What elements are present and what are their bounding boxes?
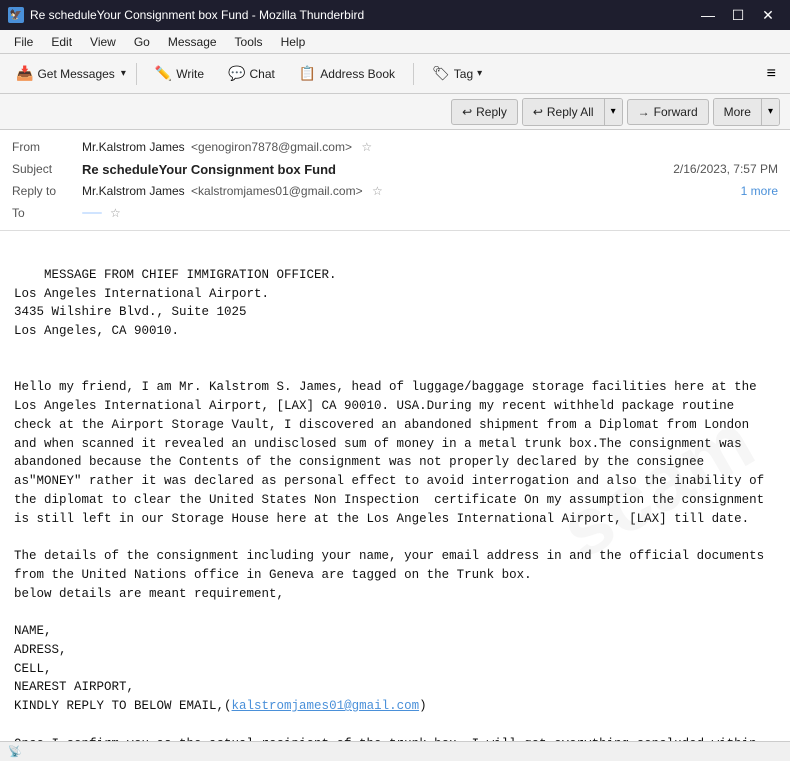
reply-to-row: Reply to Mr.Kalstrom James <kalstromjame…	[12, 180, 778, 202]
chat-icon: 💬	[228, 65, 245, 82]
reply-to-star-icon[interactable]: ☆	[372, 184, 383, 198]
titlebar: 🦅 Re scheduleYour Consignment box Fund -…	[0, 0, 790, 30]
reply-to-value: Mr.Kalstrom James <kalstromjames01@gmail…	[82, 184, 741, 198]
window-title: Re scheduleYour Consignment box Fund - M…	[30, 8, 364, 22]
reply-label: Reply	[476, 105, 507, 119]
subject-label: Subject	[12, 162, 82, 176]
separator-2	[413, 63, 414, 85]
from-row: From Mr.Kalstrom James <genogiron7878@gm…	[12, 136, 778, 158]
tag-label: Tag	[454, 67, 473, 81]
reply-to-label: Reply to	[12, 184, 82, 198]
menu-view[interactable]: View	[82, 33, 124, 51]
email-link[interactable]: kalstromjames01@gmail.com	[232, 699, 420, 713]
menu-message[interactable]: Message	[160, 33, 225, 51]
reply-to-name: Mr.Kalstrom James	[82, 184, 185, 198]
separator-1	[136, 63, 137, 85]
titlebar-left: 🦅 Re scheduleYour Consignment box Fund -…	[8, 7, 364, 23]
from-name: Mr.Kalstrom James	[82, 140, 185, 154]
email-date: 2/16/2023, 7:57 PM	[673, 162, 778, 176]
get-messages-group[interactable]: 📥 Get Messages ▾	[6, 59, 128, 89]
reply-all-button[interactable]: ↩ Reply All	[523, 99, 604, 125]
tag-button[interactable]: 🏷 Tag ▾	[422, 59, 492, 89]
tag-icon: 🏷	[432, 65, 450, 82]
address-book-label: Address Book	[320, 67, 395, 81]
to-row: To ☆	[12, 202, 778, 224]
chat-label: Chat	[250, 67, 275, 81]
titlebar-controls[interactable]: — ☐ ✕	[694, 5, 782, 25]
address-book-icon: 📋	[299, 65, 316, 82]
menubar: File Edit View Go Message Tools Help	[0, 30, 790, 54]
email-body: MESSAGE FROM CHIEF IMMIGRATION OFFICER. …	[14, 247, 776, 741]
from-star-icon[interactable]: ☆	[361, 140, 372, 154]
menu-file[interactable]: File	[6, 33, 41, 51]
reply-all-dropdown-button[interactable]: ▾	[604, 99, 622, 125]
status-icon: 📡	[8, 745, 22, 758]
chat-button[interactable]: 💬 Chat	[218, 59, 285, 89]
address-book-button[interactable]: 📋 Address Book	[289, 59, 405, 89]
hamburger-button[interactable]: ≡	[759, 61, 784, 87]
email-header: From Mr.Kalstrom James <genogiron7878@gm…	[0, 130, 790, 231]
reply-icon: ↩	[462, 105, 472, 119]
from-value: Mr.Kalstrom James <genogiron7878@gmail.c…	[82, 140, 778, 154]
menu-help[interactable]: Help	[273, 33, 314, 51]
reply-button[interactable]: ↩ Reply	[451, 99, 518, 125]
to-star-icon[interactable]: ☆	[110, 206, 121, 220]
more-dropdown-button[interactable]: ▾	[761, 99, 779, 125]
reply-to-email: <kalstromjames01@gmail.com>	[191, 184, 363, 198]
close-button[interactable]: ✕	[754, 5, 782, 25]
minimize-button[interactable]: —	[694, 5, 722, 25]
reply-all-label: Reply All	[547, 105, 594, 119]
subject-row: Subject Re scheduleYour Consignment box …	[12, 158, 778, 180]
statusbar: 📡	[0, 741, 790, 761]
get-messages-icon: 📥	[16, 65, 33, 82]
recipient-pill	[82, 212, 102, 214]
toolbar: 📥 Get Messages ▾ ✏️ Write 💬 Chat 📋 Addre…	[0, 54, 790, 94]
to-recipients: ☆	[82, 206, 121, 220]
forward-icon: →	[638, 105, 650, 119]
menu-tools[interactable]: Tools	[227, 33, 271, 51]
from-email: <genogiron7878@gmail.com>	[191, 140, 352, 154]
write-label: Write	[176, 67, 204, 81]
to-label: To	[12, 206, 82, 220]
forward-button[interactable]: → Forward	[627, 99, 709, 125]
actionbar: ↩ Reply ↩ Reply All ▾ → Forward More ▾	[0, 94, 790, 130]
menu-go[interactable]: Go	[126, 33, 158, 51]
app-icon: 🦅	[8, 7, 24, 23]
subject-value: Re scheduleYour Consignment box Fund	[82, 162, 673, 177]
email-body-container[interactable]: scam MESSAGE FROM CHIEF IMMIGRATION OFFI…	[0, 231, 790, 741]
from-label: From	[12, 140, 82, 154]
more-button[interactable]: More	[714, 99, 761, 125]
write-button[interactable]: ✏️ Write	[145, 59, 214, 89]
write-icon: ✏️	[155, 65, 172, 82]
reply-all-group[interactable]: ↩ Reply All ▾	[522, 98, 623, 126]
get-messages-arrow[interactable]: ▾	[121, 68, 126, 79]
tag-arrow: ▾	[477, 68, 482, 79]
more-recipients-link[interactable]: 1 more	[741, 184, 778, 198]
reply-all-icon: ↩	[533, 105, 543, 119]
menu-edit[interactable]: Edit	[43, 33, 80, 51]
get-messages-label: Get Messages	[37, 67, 114, 81]
forward-label: Forward	[654, 105, 698, 119]
more-group[interactable]: More ▾	[713, 98, 780, 126]
maximize-button[interactable]: ☐	[724, 5, 752, 25]
more-label: More	[724, 105, 751, 119]
email-body-paragraph1: MESSAGE FROM CHIEF IMMIGRATION OFFICER. …	[14, 268, 772, 713]
